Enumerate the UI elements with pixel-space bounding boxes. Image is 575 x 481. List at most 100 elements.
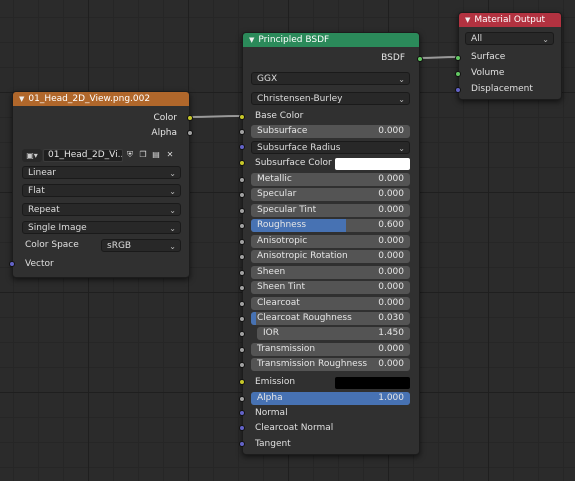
target-dropdown[interactable]: All ⌄	[465, 32, 554, 45]
subsurface-radius-socket[interactable]	[239, 144, 245, 150]
param-socket[interactable]	[239, 192, 245, 198]
param-socket[interactable]	[239, 254, 245, 260]
open-folder-icon[interactable]: ▤	[151, 150, 161, 160]
color-space-label: Color Space	[25, 240, 79, 250]
output-alpha-label: Alpha	[151, 128, 177, 138]
field-value: 0.000	[378, 267, 404, 277]
param-field[interactable]: Specular 0.000	[251, 188, 410, 201]
param-field[interactable]: Specular Tint 0.000	[251, 204, 410, 217]
subsurface-color-swatch[interactable]	[335, 158, 410, 170]
image-node-header[interactable]: ▼ 01_Head_2D_View.png.002	[13, 92, 189, 106]
param-socket[interactable]	[239, 316, 245, 322]
param-field[interactable]: Roughness 0.600	[251, 219, 410, 232]
material-output-node[interactable]: ▼ Material Output All ⌄ Surface Volume Dis…	[455, 12, 562, 100]
principled-bsdf-node[interactable]: ▼ Principled BSDF BSDF GGX ⌄ Christensen-B…	[239, 32, 423, 455]
param-field[interactable]: Alpha 1.000	[251, 392, 410, 405]
output-node-header[interactable]: ▼ Material Output	[459, 13, 561, 27]
subsurface-method-dropdown[interactable]: Christensen-Burley ⌄	[251, 92, 410, 105]
param-socket[interactable]	[239, 208, 245, 214]
distribution-value: GGX	[257, 74, 278, 84]
chevron-down-icon: ⌄	[169, 224, 176, 233]
emission-color-swatch[interactable]	[335, 377, 410, 389]
collapse-arrow-icon[interactable]: ▼	[249, 36, 254, 44]
image-name-field[interactable]: 01_Head_2D_Vi...	[43, 149, 123, 162]
source-dropdown[interactable]: Single Image ⌄	[22, 221, 181, 234]
param-socket[interactable]	[239, 362, 245, 368]
chevron-down-icon: ⌄	[542, 35, 549, 44]
param-field[interactable]: IOR 1.450	[257, 327, 410, 340]
tangent-socket[interactable]	[239, 441, 245, 447]
param-field[interactable]: Transmission 0.000	[251, 343, 410, 356]
param-field[interactable]: Sheen Tint 0.000	[251, 281, 410, 294]
image-selector[interactable]: ▣▾ 01_Head_2D_Vi... ⛨ ❐ ▤ ✕	[22, 149, 180, 162]
field-value: 0.000	[378, 189, 404, 199]
field-value: 0.000	[378, 251, 404, 261]
bsdf-output-socket[interactable]	[417, 56, 423, 62]
param-socket[interactable]	[239, 396, 245, 402]
param-socket[interactable]	[239, 239, 245, 245]
output-alpha-socket[interactable]	[187, 130, 193, 136]
displacement-socket[interactable]	[455, 87, 461, 93]
subsurface-radius-dropdown[interactable]: Subsurface Radius ⌄	[251, 141, 410, 154]
param-field[interactable]: Metallic 0.000	[251, 173, 410, 186]
unlink-icon[interactable]: ✕	[165, 150, 175, 160]
collapse-arrow-icon[interactable]: ▼	[19, 95, 24, 103]
target-value: All	[471, 34, 483, 44]
field-value: 0.000	[378, 205, 404, 215]
subsurface-field[interactable]: Subsurface 0.000	[251, 125, 410, 138]
base-color-label: Base Color	[255, 111, 304, 121]
param-field[interactable]: Clearcoat 0.000	[251, 297, 410, 310]
vector-input-socket[interactable]	[9, 261, 15, 267]
clearcoat-normal-label: Clearcoat Normal	[255, 423, 334, 433]
param-field[interactable]: Anisotropic Rotation 0.000	[251, 250, 410, 263]
normal-label: Normal	[255, 408, 288, 418]
param-field[interactable]: Anisotropic 0.000	[251, 235, 410, 248]
param-field[interactable]: Transmission Roughness 0.000	[251, 358, 410, 371]
param-socket[interactable]	[239, 347, 245, 353]
field-value: 0.000	[378, 282, 404, 292]
emission-socket[interactable]	[239, 379, 245, 385]
normal-socket[interactable]	[239, 410, 245, 416]
interpolation-dropdown[interactable]: Linear ⌄	[22, 166, 181, 179]
base-color-socket[interactable]	[239, 114, 245, 120]
distribution-dropdown[interactable]: GGX ⌄	[251, 72, 410, 85]
collapse-arrow-icon[interactable]: ▼	[465, 16, 470, 24]
image-texture-node[interactable]: ▼ 01_Head_2D_View.png.002 Color Alpha ▣▾ …	[9, 91, 193, 278]
subsurface-socket[interactable]	[239, 129, 245, 135]
param-field[interactable]: Sheen 0.000	[251, 266, 410, 279]
color-space-dropdown[interactable]: sRGB ⌄	[101, 239, 181, 252]
field-value: 0.600	[378, 220, 404, 230]
param-socket[interactable]	[239, 331, 245, 337]
param-socket[interactable]	[239, 270, 245, 276]
clearcoat-normal-socket[interactable]	[239, 425, 245, 431]
param-socket[interactable]	[239, 285, 245, 291]
extension-value: Repeat	[28, 205, 60, 215]
fake-user-icon[interactable]: ⛨	[125, 150, 135, 160]
volume-label: Volume	[471, 68, 505, 78]
emission-label: Emission	[255, 377, 296, 387]
projection-dropdown[interactable]: Flat ⌄	[22, 184, 181, 197]
duplicate-icon[interactable]: ❐	[138, 150, 148, 160]
value-fill	[251, 312, 256, 325]
extension-dropdown[interactable]: Repeat ⌄	[22, 203, 181, 216]
surface-label: Surface	[471, 52, 506, 62]
field-label: Clearcoat Roughness	[257, 313, 352, 323]
param-socket[interactable]	[239, 223, 245, 229]
param-socket[interactable]	[239, 301, 245, 307]
output-color-label: Color	[153, 113, 178, 123]
surface-socket[interactable]	[455, 55, 461, 61]
color-space-value: sRGB	[107, 241, 132, 251]
chevron-down-icon: ⌄	[398, 144, 405, 153]
output-color-socket[interactable]	[187, 115, 193, 121]
tangent-label: Tangent	[255, 439, 291, 449]
volume-socket[interactable]	[455, 71, 461, 77]
subsurface-color-socket[interactable]	[239, 160, 245, 166]
bsdf-node-header[interactable]: ▼ Principled BSDF	[243, 33, 419, 47]
field-label: Sheen Tint	[257, 282, 306, 292]
image-type-icon[interactable]: ▣▾	[22, 149, 42, 162]
field-value: 1.000	[378, 393, 404, 403]
chevron-down-icon: ⌄	[169, 169, 176, 178]
param-field[interactable]: Clearcoat Roughness 0.030	[251, 312, 410, 325]
param-socket[interactable]	[239, 177, 245, 183]
field-label: IOR	[263, 328, 279, 338]
